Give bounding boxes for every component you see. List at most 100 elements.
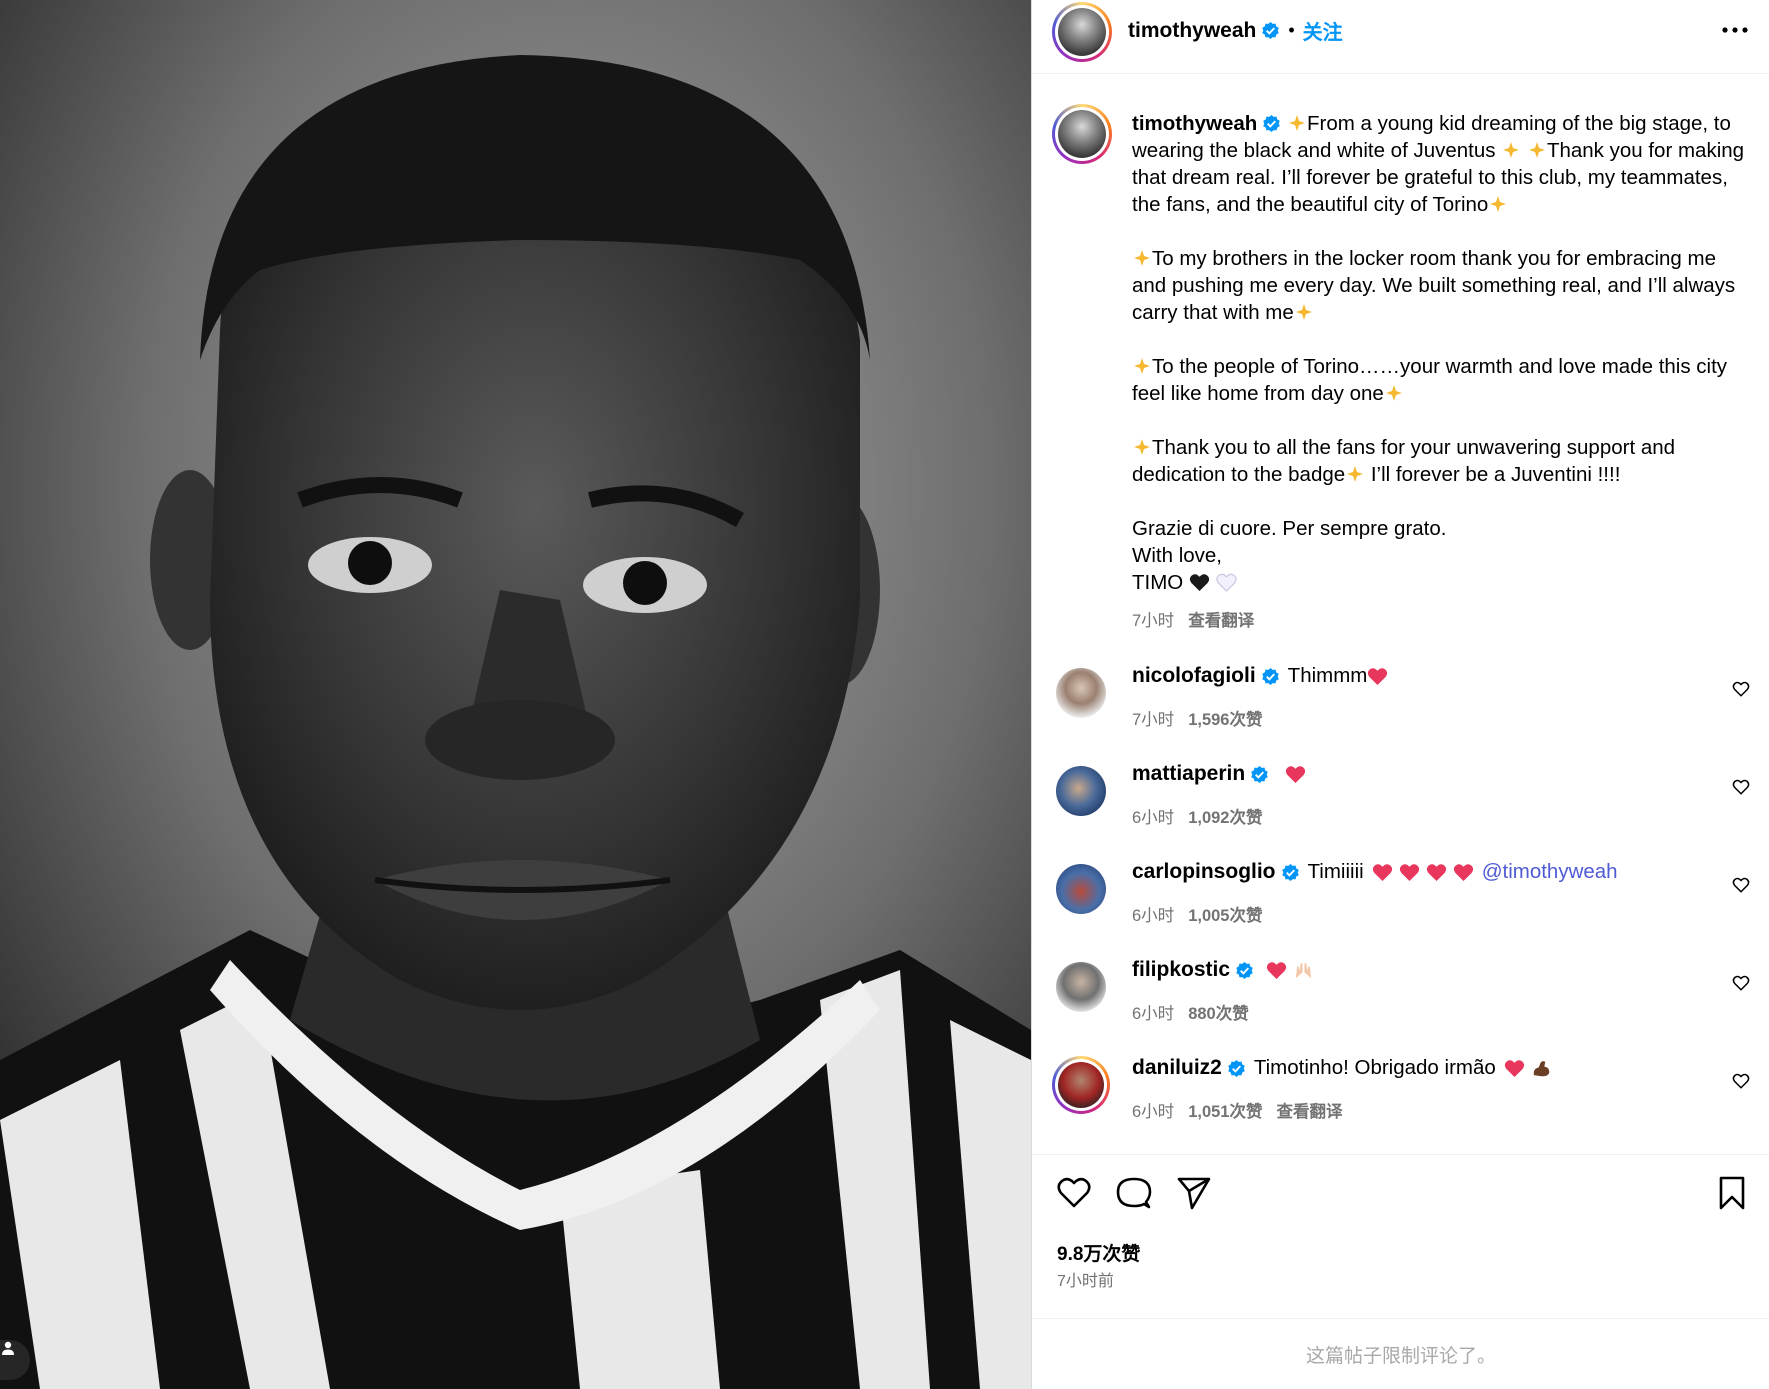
caption-paragraph-4: Thank you to all the fans for your unwav… <box>1132 434 1752 488</box>
caption-meta: 7小时 查看翻译 <box>1132 608 1752 635</box>
comment-like-heart-icon[interactable] <box>1732 974 1750 992</box>
comment-likes[interactable]: 1,092次赞 <box>1188 809 1262 827</box>
bookmark-icon[interactable] <box>1714 1175 1750 1211</box>
caption-text: I’ll forever be a Juventini !!!! <box>1370 463 1621 486</box>
sparkles-emoji-icon <box>1134 358 1150 374</box>
commenter-avatar[interactable] <box>1056 766 1106 816</box>
comment-like-heart-icon[interactable] <box>1732 680 1750 698</box>
person-icon <box>2 1341 14 1355</box>
red-heart-emoji-icon <box>1266 961 1287 979</box>
comment-likes[interactable]: 880次赞 <box>1188 1005 1249 1023</box>
portrait-illustration <box>0 0 1031 1389</box>
comment-body: Timotinho! Obrigado irmão <box>1253 1056 1496 1079</box>
comments-restricted-notice: 这篇帖子限制评论了。 <box>1032 1318 1769 1389</box>
red-heart-emoji-icon <box>1453 863 1473 881</box>
comment-text: nicolofagioli Thimmm <box>1132 664 1388 688</box>
commenter-avatar[interactable] <box>1056 962 1106 1012</box>
commenter-username[interactable]: filipkostic <box>1132 958 1230 982</box>
black-heart-emoji-icon <box>1189 574 1210 592</box>
comment-item: carlopinsoglio Timiiiii @timothyweah 6小时… <box>1032 860 1769 942</box>
comment-meta: 6小时 1,051次赞 查看翻译 <box>1132 1098 1342 1122</box>
comment-meta: 6小时 880次赞 <box>1132 1000 1249 1024</box>
comment-meta: 7小时 1,596次赞 <box>1132 706 1262 730</box>
post-actions: 9.8万次赞 7小时前 <box>1032 1154 1769 1290</box>
commenter-username[interactable]: carlopinsoglio <box>1132 860 1276 884</box>
comment-like-heart-icon[interactable] <box>1732 778 1750 796</box>
comment-text: carlopinsoglio Timiiiii @timothyweah <box>1132 860 1618 884</box>
verified-badge-icon <box>1262 21 1280 40</box>
sparkles-emoji-icon <box>1134 439 1150 455</box>
post-timestamp[interactable]: 7小时前 <box>1057 1267 1114 1291</box>
translate-link[interactable]: 查看翻译 <box>1188 612 1254 630</box>
sparkles-emoji-icon <box>1385 385 1402 401</box>
comment-likes[interactable]: 1,051次赞 <box>1188 1103 1262 1121</box>
translate-link[interactable]: 查看翻译 <box>1276 1103 1342 1121</box>
caption-author-avatar[interactable] <box>1052 104 1112 164</box>
comment-text: daniluiz2 Timotinho! Obrigado irmão <box>1132 1056 1552 1080</box>
comment-bubble-icon[interactable] <box>1116 1175 1152 1211</box>
follow-button[interactable]: 关注 <box>1303 16 1343 45</box>
caption-text: To my brothers in the locker room thank … <box>1132 247 1736 324</box>
caption-paragraph-2: To my brothers in the locker room thank … <box>1132 245 1752 326</box>
white-heart-emoji-icon <box>1215 573 1237 592</box>
comment-time: 7小时 <box>1132 711 1175 729</box>
comments-scroll-area[interactable]: timothyweah From a young kid dreaming of… <box>1032 74 1769 1154</box>
caption-line: Grazie di cuore. Per sempre grato. <box>1132 517 1447 540</box>
verified-badge-icon <box>1281 863 1299 881</box>
more-horizontal-icon[interactable] <box>1720 20 1750 40</box>
caption-paragraph-3: To the people of Torino……your warmth and… <box>1132 353 1752 407</box>
verified-badge-icon <box>1261 667 1279 685</box>
sparkles-emoji-icon <box>1503 142 1520 158</box>
post-photo[interactable] <box>0 0 1031 1389</box>
comment-item: nicolofagioli Thimmm 7小时 1,596次赞 <box>1032 664 1769 746</box>
comment-likes[interactable]: 1,596次赞 <box>1188 711 1262 729</box>
red-heart-emoji-icon <box>1286 765 1306 783</box>
red-heart-emoji-icon <box>1399 863 1419 881</box>
comment-body: Timiiiii <box>1307 860 1364 883</box>
caption-signoff: TIMO <box>1132 569 1752 596</box>
caption-paragraph-1: timothyweah From a young kid dreaming of… <box>1132 110 1752 218</box>
mention-link[interactable]: @timothyweah <box>1482 860 1618 884</box>
comment-meta: 6小时 1,005次赞 <box>1132 902 1262 926</box>
comment-text: mattiaperin <box>1132 762 1306 786</box>
post-details-panel: timothyweah • 关注 timothyweah From a youn… <box>1031 0 1769 1389</box>
verified-badge-icon <box>1228 1059 1245 1077</box>
commenter-avatar[interactable] <box>1056 668 1106 718</box>
commenter-avatar[interactable] <box>1052 1056 1110 1114</box>
comment-body: Thimmm <box>1287 664 1368 687</box>
commenter-avatar[interactable] <box>1056 864 1106 914</box>
paper-plane-icon[interactable] <box>1176 1175 1212 1211</box>
header-author: timothyweah • 关注 <box>1128 16 1343 45</box>
author-avatar[interactable] <box>1052 2 1112 62</box>
comment-meta: 6小时 1,092次赞 <box>1132 804 1262 828</box>
comment-time: 6小时 <box>1132 809 1175 827</box>
caption-line: With love, <box>1132 544 1222 567</box>
verified-badge-icon <box>1263 114 1281 133</box>
restricted-text: 这篇帖子限制评论了。 <box>1305 1345 1496 1367</box>
comment-text: filipkostic <box>1132 958 1314 982</box>
author-username[interactable]: timothyweah <box>1128 19 1256 43</box>
commenter-username[interactable]: daniluiz2 <box>1132 1056 1222 1080</box>
sparkles-emoji-icon <box>1295 304 1312 320</box>
comment-like-heart-icon[interactable] <box>1732 876 1750 894</box>
sparkles-emoji-icon <box>1289 115 1305 131</box>
post-modal: timothyweah • 关注 timothyweah From a youn… <box>0 0 1769 1389</box>
sparkles-emoji-icon <box>1528 142 1545 158</box>
red-heart-emoji-icon <box>1504 1059 1524 1077</box>
commenter-username[interactable]: nicolofagioli <box>1132 664 1256 688</box>
heart-outline-icon[interactable] <box>1056 1175 1092 1211</box>
post-caption: timothyweah From a young kid dreaming of… <box>1132 110 1752 635</box>
caption-time: 7小时 <box>1132 612 1175 630</box>
verified-badge-icon <box>1236 961 1253 979</box>
flexed-biceps-emoji-icon <box>1533 1060 1550 1076</box>
comment-like-heart-icon[interactable] <box>1732 1072 1750 1090</box>
commenter-username[interactable]: mattiaperin <box>1132 762 1245 786</box>
raising-hands-emoji-icon <box>1295 962 1312 978</box>
sparkles-emoji-icon <box>1134 250 1150 266</box>
comment-item: filipkostic 6小时 880次赞 <box>1032 958 1769 1040</box>
red-heart-emoji-icon <box>1368 667 1388 685</box>
likes-count[interactable]: 9.8万次赞 <box>1057 1239 1140 1266</box>
caption-username[interactable]: timothyweah <box>1132 112 1257 135</box>
comment-likes[interactable]: 1,005次赞 <box>1188 907 1262 925</box>
verified-badge-icon <box>1251 765 1268 783</box>
